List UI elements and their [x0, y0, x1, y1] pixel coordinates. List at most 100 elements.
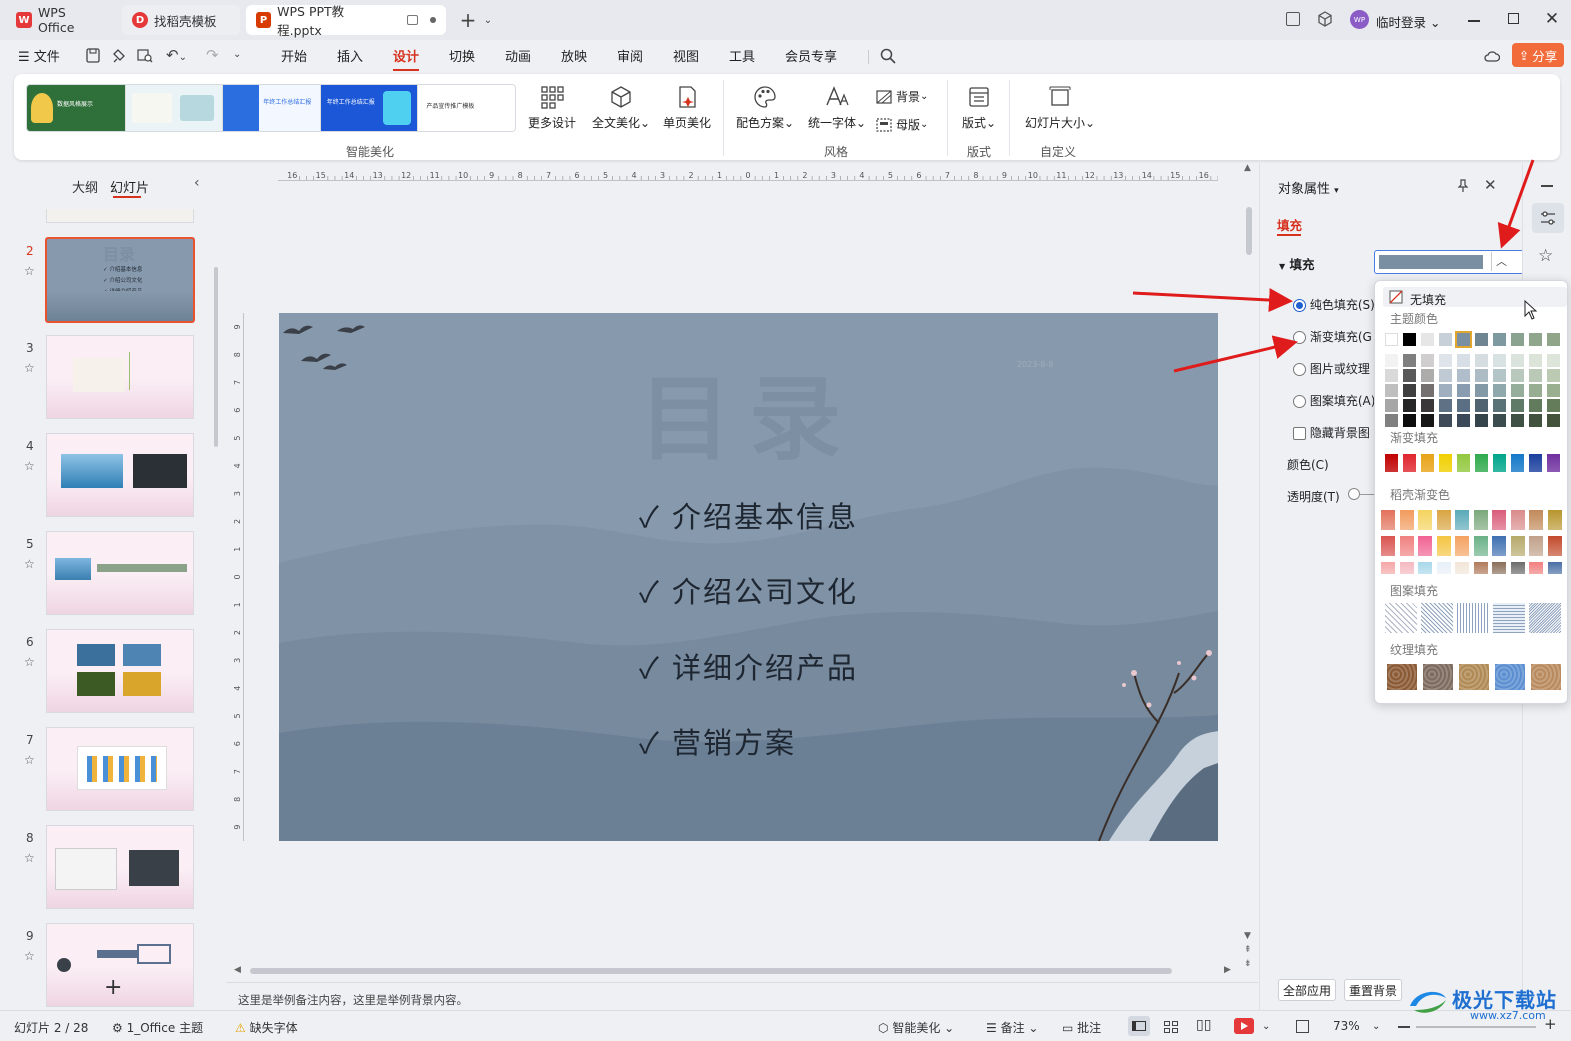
- bullet-item-4[interactable]: ✓ 营销方案: [639, 720, 796, 762]
- docer-gradient-swatch[interactable]: [1529, 536, 1543, 556]
- radio-picture-fill[interactable]: 图片或纹理: [1293, 360, 1370, 377]
- theme-shade-swatch[interactable]: [1421, 369, 1434, 382]
- texture-swatch[interactable]: [1531, 664, 1561, 690]
- theme-shade-swatch[interactable]: [1457, 369, 1470, 382]
- notes-button[interactable]: ☰ 备注 ⌄: [986, 1019, 1038, 1036]
- scroll-right-icon[interactable]: ▶: [1224, 965, 1231, 975]
- theme-shade-swatch[interactable]: [1529, 369, 1542, 382]
- theme-shade-swatch[interactable]: [1421, 354, 1434, 367]
- favorite-star-icon[interactable]: ☆: [24, 851, 35, 865]
- tab-slides[interactable]: 幻灯片: [110, 177, 149, 196]
- fill-section-header[interactable]: ▼ 填充: [1279, 254, 1315, 273]
- more-design-button[interactable]: 更多设计: [526, 84, 578, 131]
- docer-gradient-swatch[interactable]: [1381, 562, 1395, 574]
- gradient-swatch[interactable]: [1385, 454, 1398, 472]
- docer-gradient-swatch[interactable]: [1510, 510, 1525, 530]
- cloud-icon[interactable]: [1484, 49, 1500, 63]
- theme-shade-swatch[interactable]: [1547, 384, 1560, 397]
- new-tab-icon[interactable]: +: [458, 8, 478, 32]
- slide-canvas[interactable]: 目录 2023-8-8 ✓ 介绍基本信息 ✓ 介绍公司文化 ✓ 详细介绍产品 ✓…: [279, 313, 1218, 841]
- scroll-left-icon[interactable]: ◀: [234, 965, 241, 975]
- docer-gradient-swatch[interactable]: [1436, 562, 1451, 574]
- texture-swatch[interactable]: [1459, 664, 1489, 690]
- theme-shade-swatch[interactable]: [1439, 354, 1452, 367]
- play-options-chevron-icon[interactable]: ⌄: [1262, 1021, 1270, 1032]
- file-menu[interactable]: ☰ 文件: [18, 46, 60, 66]
- color-scheme-button[interactable]: 配色方案⌄: [734, 84, 796, 131]
- docer-gradient-swatch[interactable]: [1547, 562, 1562, 574]
- docer-gradient-swatch[interactable]: [1381, 536, 1395, 556]
- menu-insert[interactable]: 插入: [337, 46, 363, 66]
- bullet-item-3[interactable]: ✓ 详细介绍产品: [639, 645, 858, 687]
- docer-gradient-swatch[interactable]: [1399, 510, 1414, 530]
- docer-gradient-swatch[interactable]: [1436, 510, 1451, 530]
- docer-gradient-swatch[interactable]: [1473, 536, 1488, 556]
- gradient-swatch[interactable]: [1493, 454, 1506, 472]
- docer-gradient-swatch[interactable]: [1455, 510, 1469, 530]
- menu-home[interactable]: 开始: [281, 46, 307, 66]
- favorite-star-icon[interactable]: ☆: [24, 557, 35, 571]
- close-panel-icon[interactable]: ✕: [1484, 176, 1497, 194]
- theme-color-swatch[interactable]: [1403, 333, 1416, 346]
- menu-slideshow[interactable]: 放映: [561, 46, 587, 66]
- template-thumb-1[interactable]: 数据风格展示: [27, 85, 125, 131]
- slide-thumbnail-2[interactable]: 目录✓ 介绍基本信息✓ 介绍公司文化✓ 详细介绍产品✓ 营销方案: [45, 237, 195, 323]
- zoom-out-icon[interactable]: [1398, 1026, 1410, 1028]
- docer-gradient-swatch[interactable]: [1510, 536, 1525, 556]
- gradient-swatch[interactable]: [1529, 454, 1542, 472]
- transparency-slider-handle[interactable]: [1348, 488, 1360, 500]
- docer-gradient-swatch[interactable]: [1529, 562, 1543, 574]
- scrollbar[interactable]: [214, 267, 218, 447]
- theme-shade-swatch[interactable]: [1403, 384, 1416, 397]
- panel-title[interactable]: 对象属性 ▾: [1278, 178, 1339, 197]
- slide-thumbnail-3[interactable]: [46, 335, 194, 419]
- theme-shade-swatch[interactable]: [1439, 384, 1452, 397]
- texture-swatch[interactable]: [1387, 664, 1417, 690]
- theme-shade-swatch[interactable]: [1511, 384, 1524, 397]
- layout-button[interactable]: 版式⌄: [958, 84, 1000, 131]
- theme-shade-swatch[interactable]: [1529, 414, 1542, 427]
- zoom-chevron-icon[interactable]: ⌄: [1372, 1021, 1380, 1032]
- theme-shade-swatch[interactable]: [1511, 399, 1524, 412]
- favorite-star-icon[interactable]: ☆: [24, 949, 35, 963]
- zoom-level[interactable]: 73%: [1333, 1019, 1360, 1033]
- docer-gradient-swatch[interactable]: [1418, 510, 1432, 530]
- theme-color-swatch[interactable]: [1547, 333, 1560, 346]
- radio-gradient-fill[interactable]: 渐变填充(G: [1293, 328, 1372, 345]
- pattern-swatch[interactable]: [1385, 603, 1417, 633]
- reset-background-button[interactable]: 重置背景: [1344, 979, 1402, 1001]
- docer-gradient-swatch[interactable]: [1473, 510, 1488, 530]
- radio-pattern-fill[interactable]: 图案填充(A): [1293, 392, 1375, 409]
- zoom-slider[interactable]: [1416, 1026, 1536, 1028]
- vertical-scrollbar[interactable]: [1246, 207, 1252, 255]
- theme-color-swatch[interactable]: [1475, 333, 1488, 346]
- pattern-swatch[interactable]: [1457, 603, 1489, 633]
- missing-font-indicator[interactable]: ⚠ 缺失字体: [235, 1019, 298, 1036]
- theme-color-swatch[interactable]: [1455, 331, 1472, 348]
- quick-access-chevron-icon[interactable]: ⌄: [233, 49, 241, 69]
- theme-shade-swatch[interactable]: [1547, 354, 1560, 367]
- theme-color-swatch[interactable]: [1421, 333, 1434, 346]
- theme-shade-swatch[interactable]: [1493, 414, 1506, 427]
- bullet-item-2[interactable]: ✓ 介绍公司文化: [639, 569, 858, 611]
- save-icon[interactable]: [86, 48, 100, 63]
- theme-shade-swatch[interactable]: [1493, 399, 1506, 412]
- gradient-swatch[interactable]: [1511, 454, 1524, 472]
- pin-icon[interactable]: [1456, 179, 1470, 193]
- tab-fill[interactable]: 填充: [1277, 215, 1302, 234]
- slide-size-button[interactable]: 幻灯片大小⌄: [1020, 84, 1100, 131]
- slide-thumbnail-8[interactable]: [46, 825, 194, 909]
- add-slide-icon[interactable]: +: [104, 975, 122, 1000]
- radio-solid-fill[interactable]: 纯色填充(S): [1293, 296, 1375, 313]
- docer-gradient-swatch[interactable]: [1455, 536, 1469, 556]
- favorite-star-icon[interactable]: ☆: [24, 753, 35, 767]
- pattern-swatch[interactable]: [1529, 603, 1561, 633]
- full-beautify-button[interactable]: 全文美化⌄: [590, 84, 652, 131]
- theme-shade-swatch[interactable]: [1421, 399, 1434, 412]
- slide-title[interactable]: 目录: [639, 345, 859, 478]
- theme-shade-swatch[interactable]: [1547, 399, 1560, 412]
- single-beautify-button[interactable]: 单页美化: [659, 84, 715, 131]
- docer-gradient-swatch[interactable]: [1381, 510, 1395, 530]
- docer-gradient-swatch[interactable]: [1492, 510, 1506, 530]
- favorite-star-icon[interactable]: ☆: [24, 459, 35, 473]
